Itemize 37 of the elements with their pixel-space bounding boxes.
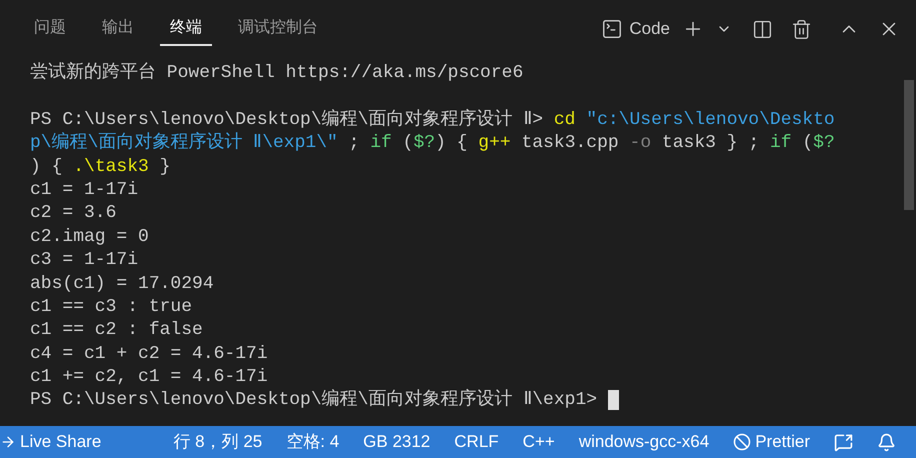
status-item[interactable]: 行 8，列 25 — [163, 426, 272, 458]
feedback-icon — [834, 432, 853, 452]
terminal-line: c3 = 1-17i — [30, 249, 138, 272]
panel-tab[interactable]: 输出 — [92, 12, 144, 46]
status-item[interactable]: C++ — [512, 426, 565, 458]
terminal-line: c1 == c3 : true — [30, 296, 192, 319]
live-share-button[interactable]: Live Share — [0, 426, 112, 458]
status-item[interactable]: windows-gcc-x64 — [568, 426, 720, 458]
terminal-shell-button[interactable]: Code — [601, 16, 670, 42]
terminal-line: ) { .\task3 } — [30, 156, 170, 179]
delete-terminal-button[interactable] — [791, 18, 812, 40]
status-item[interactable]: 空格: 4 — [276, 426, 350, 458]
terminal-line: 尝试新的跨平台 PowerShell https://aka.ms/pscore6 — [30, 62, 524, 85]
terminal-line: c1 = 1-17i — [30, 178, 138, 202]
terminal-line: abs(c1) = 17.0294 — [30, 272, 214, 296]
terminal-line: c2 = 3.6 — [30, 202, 116, 226]
terminal-line: c2.imag = 0 — [30, 226, 149, 249]
prettier-button[interactable]: Prettier — [723, 426, 820, 458]
terminal-line: c4 = c1 + c2 = 4.6-17i — [30, 342, 268, 366]
split-icon — [752, 18, 773, 40]
scrollbar[interactable] — [904, 80, 914, 210]
status-item[interactable]: CRLF — [444, 426, 509, 458]
cursor — [608, 390, 619, 410]
panel-tab[interactable]: 问题 — [24, 12, 76, 46]
terminal-icon — [601, 18, 624, 40]
terminal-line: PS C:\Users\lenovo\Desktop\编程\面向对象程序设计 Ⅱ> cd "c:\Users\lenovo\Deskto — [30, 108, 835, 132]
terminal-line: c1 += c2, c1 = 4.6-17i — [30, 366, 268, 390]
terminal-line: PS C:\Users\lenovo\Desktop\编程\面向对象程序设计 Ⅱ\exp1> — [30, 389, 619, 413]
panel-tab[interactable]: 终端 — [160, 12, 212, 46]
split-terminal-button[interactable] — [752, 18, 773, 40]
terminal-line: c1 == c2 : false — [30, 319, 203, 342]
trash-icon — [791, 18, 812, 40]
panel-tab[interactable]: 调试控制台 — [228, 12, 328, 46]
terminal-line: p\编程\面向对象程序设计 Ⅱ\exp1\" ; if ($?) { g++ task3.cpp -o task3 } ; if ($? — [30, 132, 835, 156]
prohibited-icon — [733, 433, 752, 451]
bell-icon — [877, 432, 896, 452]
status-item[interactable]: GB 2312 — [353, 426, 440, 458]
